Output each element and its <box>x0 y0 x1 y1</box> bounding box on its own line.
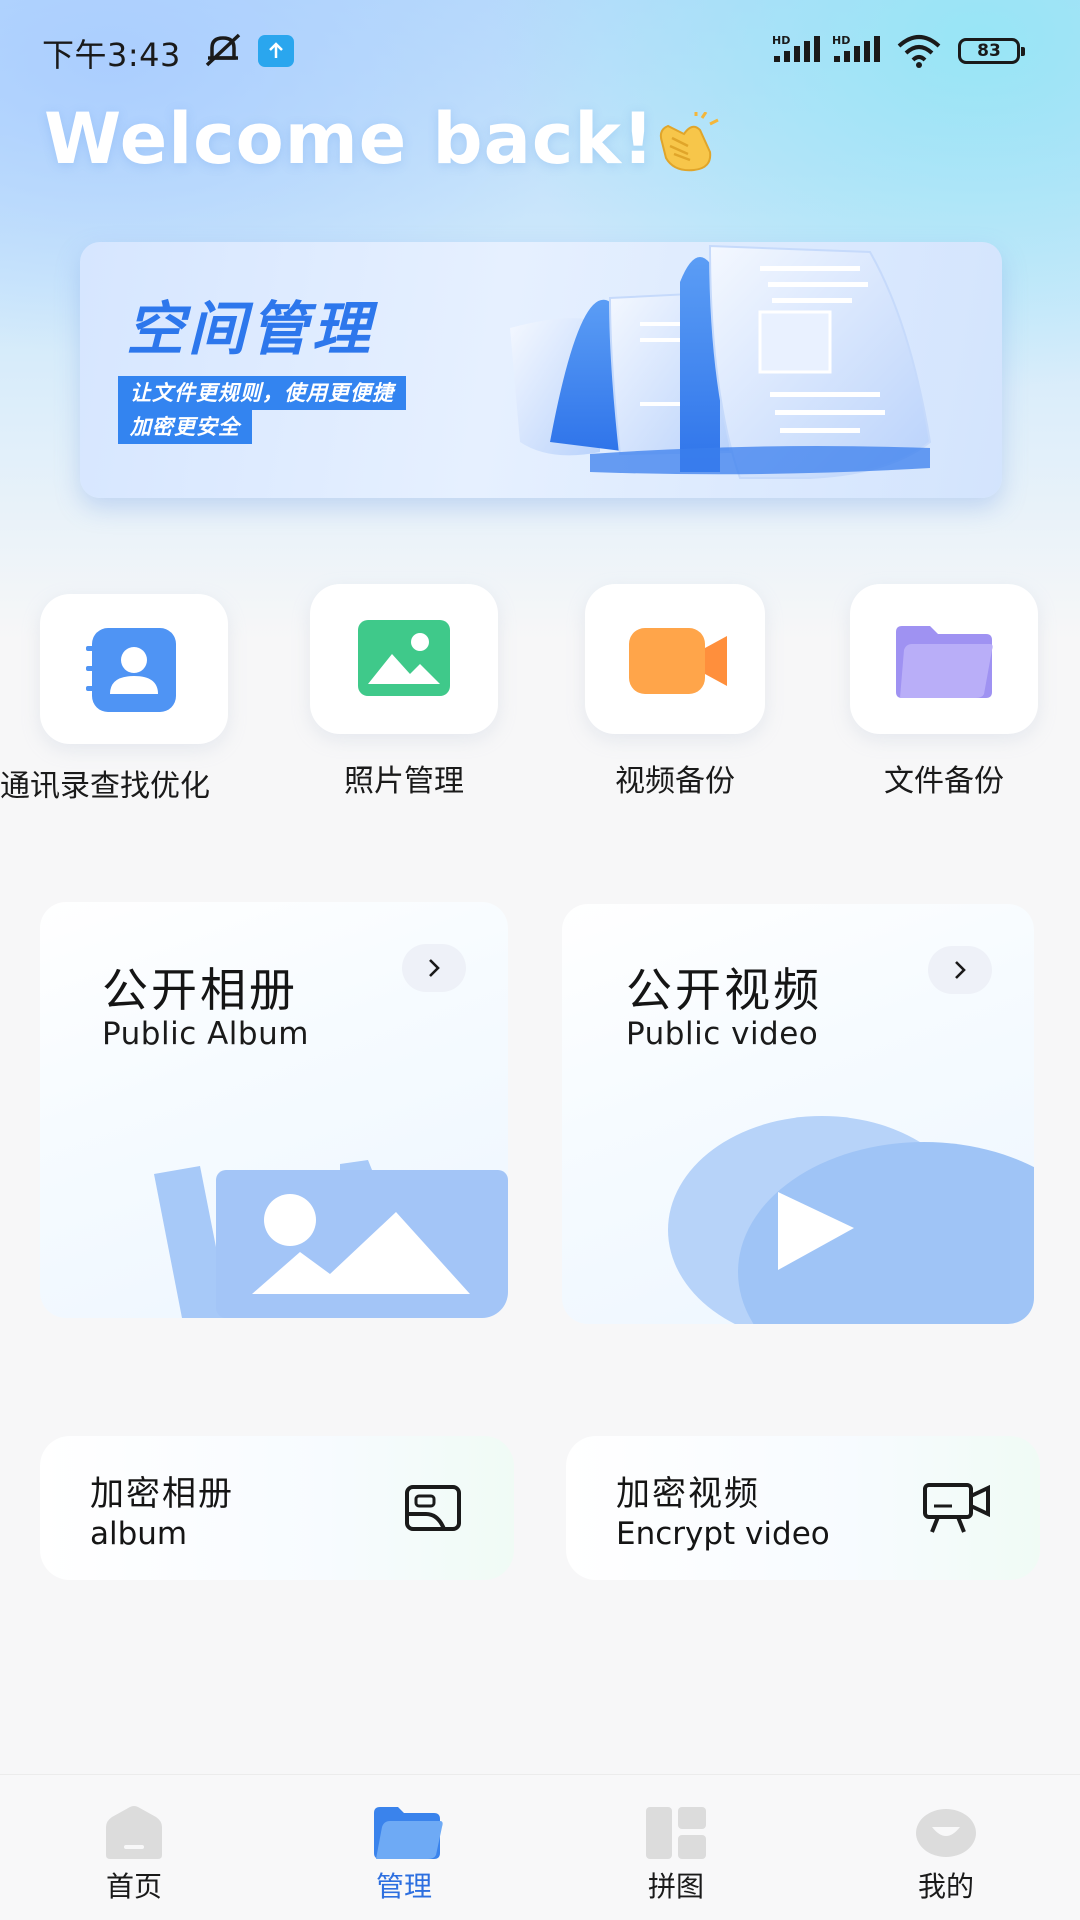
nav-label-manage: 管理 <box>375 1870 432 1903</box>
public-album-subtitle: Public Album <box>102 1016 309 1052</box>
encrypt-album-subtitle: album <box>90 1516 188 1552</box>
video-tile[interactable] <box>585 584 765 734</box>
video-illustration <box>668 1116 1034 1324</box>
chevron-right-icon <box>955 961 966 979</box>
encrypted-video-icon <box>923 1483 990 1533</box>
upload-icon <box>258 35 294 67</box>
photo-icon <box>358 620 450 696</box>
signal-hd-icon: HD <box>772 34 820 62</box>
public-video-title: 公开视频 <box>626 963 822 1017</box>
battery-indicator: 83 <box>958 38 1025 64</box>
public-album-title: 公开相册 <box>102 963 298 1017</box>
public-album-arrow-button[interactable] <box>402 944 466 992</box>
folder-icon <box>374 1807 443 1859</box>
bottom-navigation: 首页 管理 拼图 我的 <box>0 1774 1080 1920</box>
nav-label-puzzle: 拼图 <box>647 1870 704 1903</box>
public-video-arrow-button[interactable] <box>928 946 992 994</box>
encrypt-video-subtitle: Encrypt video <box>616 1516 830 1552</box>
grid-icon <box>646 1807 706 1859</box>
album-illustration <box>154 1160 508 1318</box>
contacts-icon <box>86 628 176 712</box>
svg-text:HD: HD <box>772 34 790 47</box>
file-tile[interactable] <box>850 584 1038 734</box>
clapping-hands-icon <box>659 112 719 172</box>
nav-label-profile: 我的 <box>917 1870 974 1903</box>
home-icon <box>106 1806 162 1859</box>
nav-label-home: 首页 <box>105 1870 162 1903</box>
nav-item-home[interactable]: 首页 <box>64 1775 204 1920</box>
document-scroll-illustration <box>510 244 932 479</box>
space-management-banner[interactable]: 空间管理 让文件更规则，使用更便捷 加密更安全 <box>80 242 1002 498</box>
feature-label-photo: 照片管理 <box>344 764 464 799</box>
mute-notification-icon <box>205 33 241 67</box>
banner-title: 空间管理 <box>126 295 375 363</box>
encrypted-album-icon <box>405 1485 461 1531</box>
status-bar: 下午3:43 HD HD 83 <box>0 0 1080 100</box>
photo-tile[interactable] <box>310 584 498 734</box>
nav-item-manage[interactable]: 管理 <box>334 1775 474 1920</box>
folder-icon <box>896 626 993 698</box>
encrypt-album-card[interactable]: 加密相册 album <box>40 1436 514 1580</box>
banner-subtitle-line2: 加密更安全 <box>118 410 252 444</box>
feature-label-file: 文件备份 <box>884 764 1004 799</box>
signal-hd-icon-2: HD <box>832 34 880 62</box>
encrypt-video-card[interactable]: 加密视频 Encrypt video <box>566 1436 1040 1580</box>
contacts-tile[interactable] <box>40 594 228 744</box>
feature-label-video: 视频备份 <box>615 764 735 799</box>
welcome-title: Welcome back! <box>44 98 655 180</box>
encrypt-video-title: 加密视频 <box>616 1474 760 1514</box>
profile-icon <box>916 1809 976 1857</box>
video-camera-icon <box>629 628 727 694</box>
banner-subtitle-line1: 让文件更规则，使用更便捷 <box>118 376 406 410</box>
svg-text:HD: HD <box>832 34 850 47</box>
feature-label-contacts: 通讯录查找优化 <box>0 769 210 804</box>
wifi-icon <box>897 35 941 68</box>
public-album-card[interactable]: 公开相册 Public Album <box>40 902 508 1318</box>
status-time: 下午3:43 <box>42 36 181 74</box>
chevron-right-icon <box>429 959 440 977</box>
nav-item-profile[interactable]: 我的 <box>876 1775 1016 1920</box>
encrypt-album-title: 加密相册 <box>90 1474 234 1514</box>
app-screen: 下午3:43 HD HD 83 Welcome back! 空间管理 让文件更规… <box>0 0 1080 1920</box>
nav-item-puzzle[interactable]: 拼图 <box>606 1775 746 1920</box>
public-video-subtitle: Public video <box>626 1016 819 1052</box>
public-video-card[interactable]: 公开视频 Public video <box>562 904 1034 1324</box>
